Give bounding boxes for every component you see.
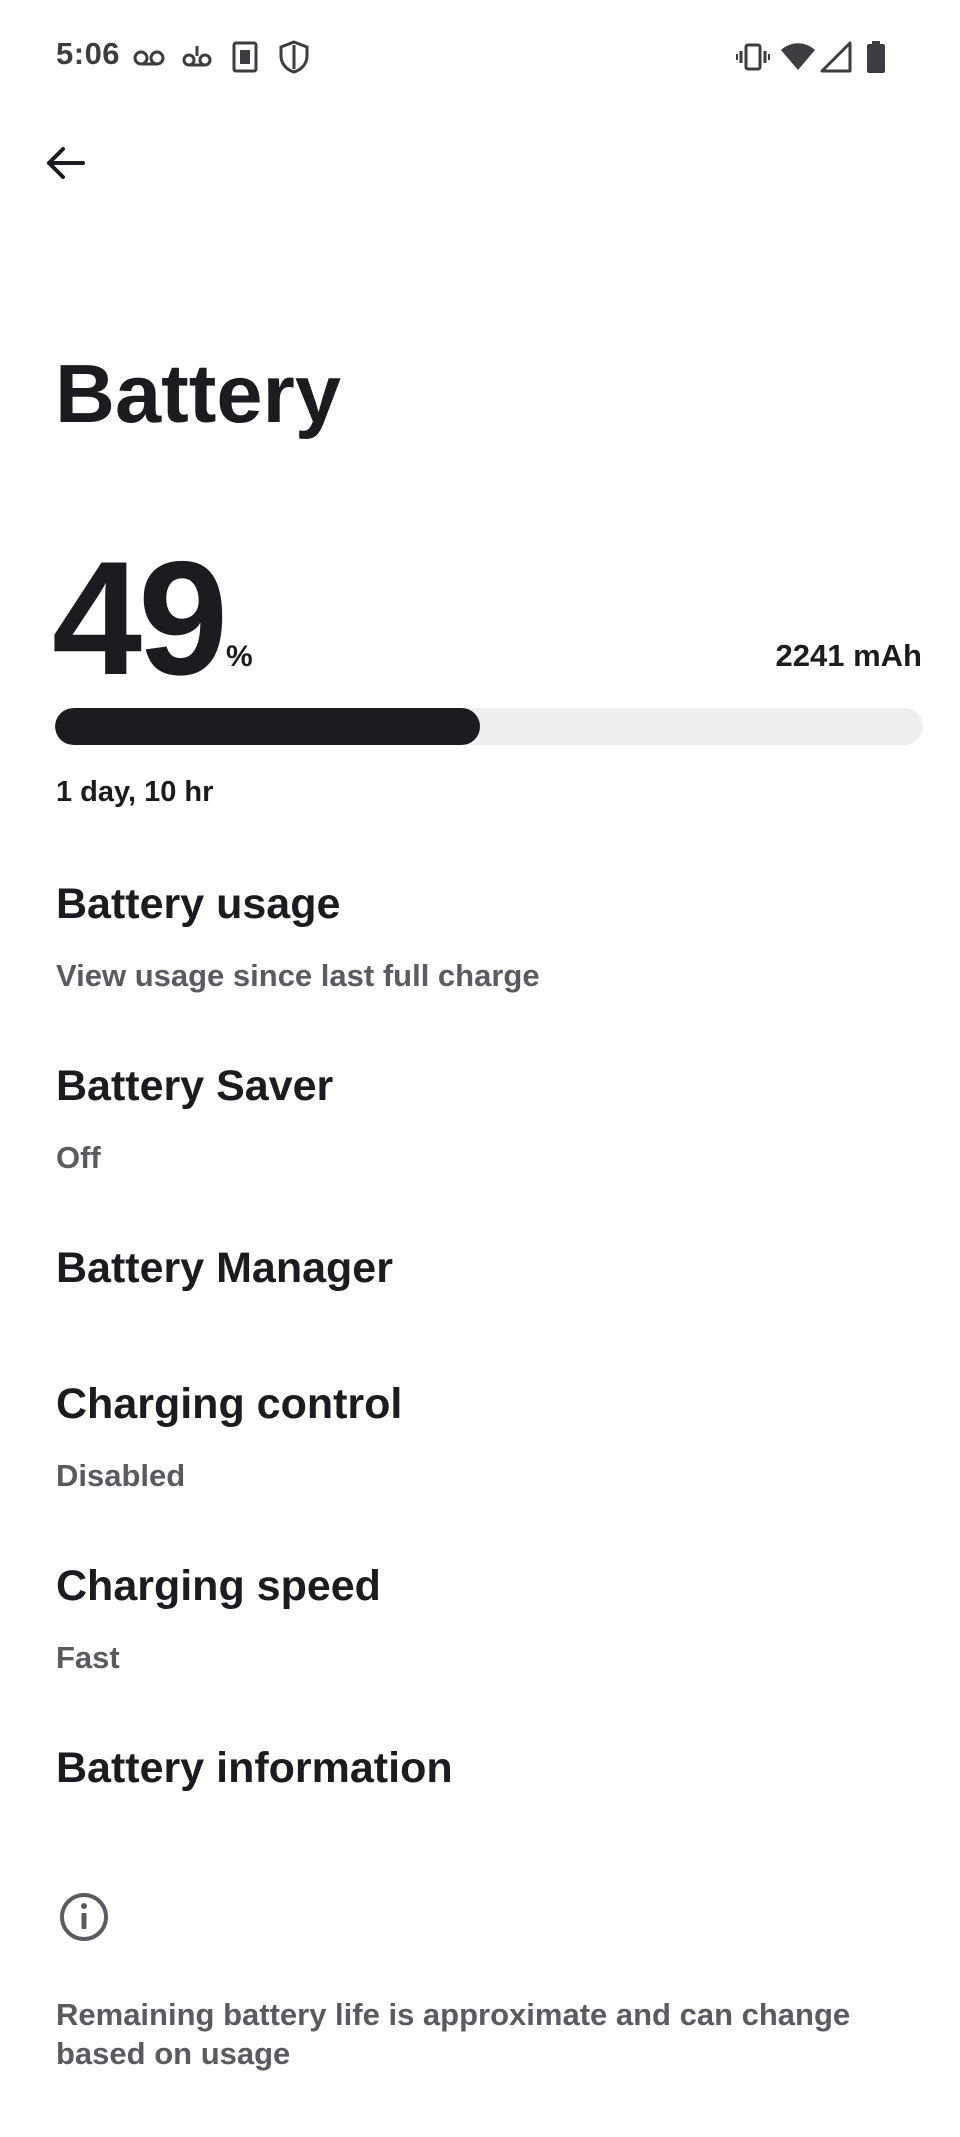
battery-manager-item[interactable]: Battery Manager [0, 1226, 960, 1346]
charging-speed-title: Charging speed [56, 1562, 381, 1610]
battery-saver-title: Battery Saver [56, 1062, 334, 1110]
battery-estimate-disclaimer: Remaining battery life is approximate an… [56, 1997, 851, 2071]
charging-speed-item[interactable]: Charging speed Fast [0, 1544, 960, 1694]
arrow-back-icon [47, 147, 85, 179]
charging-control-summary: Disabled [56, 1458, 186, 1493]
status-bar: 5:06 [0, 0, 960, 110]
voicemail-icon [132, 40, 166, 74]
battery-capacity: 2241 mAh [775, 638, 922, 673]
charging-control-title: Charging control [56, 1380, 403, 1428]
battery-manager-title: Battery Manager [56, 1244, 393, 1292]
battery-usage-title: Battery usage [56, 880, 341, 928]
battery-icon [866, 40, 886, 74]
status-time: 5:06 [56, 36, 121, 71]
voicemail-alt-icon [180, 40, 214, 74]
cell-signal-icon [820, 40, 852, 74]
back-button[interactable] [30, 128, 100, 198]
battery-usage-summary: View usage since last full charge [56, 958, 540, 993]
battery-level-bar [55, 708, 923, 745]
page-title: Battery [55, 347, 342, 440]
battery-saver-summary: Off [56, 1140, 101, 1175]
battery-usage-item[interactable]: Battery usage View usage since last full… [0, 862, 960, 1012]
battery-level-bar-fill [55, 708, 481, 745]
battery-percent-sign: % [226, 640, 253, 673]
wifi-icon [780, 40, 816, 74]
charging-control-item[interactable]: Charging control Disabled [0, 1362, 960, 1512]
battery-saver-item[interactable]: Battery Saver Off [0, 1044, 960, 1194]
sim-card-icon [232, 40, 258, 74]
battery-time-estimate: 1 day, 10 hr [56, 776, 214, 808]
vibrate-icon [736, 40, 770, 74]
battery-information-title: Battery information [56, 1744, 453, 1792]
shield-icon [278, 40, 310, 74]
battery-level: 49 [52, 528, 228, 709]
charging-speed-summary: Fast [56, 1640, 120, 1675]
battery-information-item[interactable]: Battery information [0, 1726, 960, 1846]
info-icon [60, 1893, 108, 1941]
